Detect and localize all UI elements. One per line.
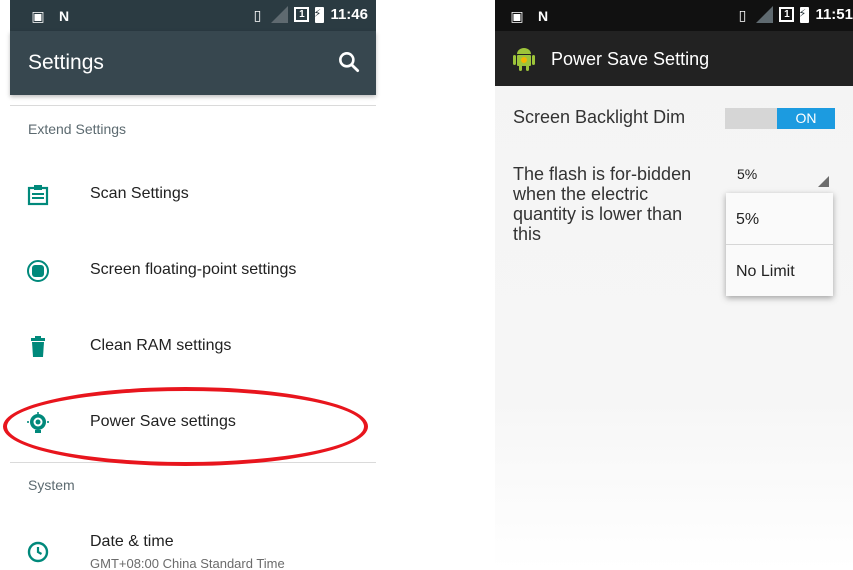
- sim-slot-icon: 1: [294, 7, 310, 22]
- status-bar: ▣ N ▯ 1 11:51: [495, 0, 853, 31]
- power-save-setting-screen: ▣ N ▯ 1 11:51 Power Save Setting Screen …: [495, 0, 853, 570]
- app-bar: Power Save Setting: [495, 31, 853, 86]
- sim-icon: ▣: [510, 7, 524, 24]
- spinner-value: 5%: [737, 166, 758, 182]
- android-app-icon: [513, 48, 535, 71]
- notification-icon: N: [58, 7, 70, 24]
- clock-icon: [27, 541, 49, 563]
- dropdown-option-5-percent[interactable]: 5%: [726, 193, 833, 244]
- status-time: 11:46: [330, 6, 368, 23]
- notification-icon: N: [537, 7, 549, 24]
- toggle-state: ON: [777, 108, 835, 129]
- sim-slot-icon: 1: [779, 7, 795, 22]
- scan-settings-item[interactable]: Scan Settings: [10, 165, 376, 225]
- sim-icon: ▣: [31, 7, 45, 24]
- floating-point-settings-item[interactable]: Screen floating-point settings: [10, 241, 376, 301]
- flash-threshold-label: The flash is for-bidden when the electri…: [513, 164, 692, 244]
- scan-settings-icon: [27, 185, 49, 206]
- page-title: Settings: [28, 51, 104, 74]
- vibrate-icon: ▯: [253, 6, 262, 23]
- settings-screen: ▣ N ▯ 1 11:46 Settings Extend Settings S…: [10, 0, 376, 570]
- signal-icon: [756, 6, 774, 23]
- backlight-dim-toggle[interactable]: ON: [725, 108, 835, 129]
- dropdown-arrow-icon: [818, 176, 829, 187]
- option-label: No Limit: [736, 263, 795, 280]
- signal-icon: [271, 6, 289, 23]
- vibrate-icon: ▯: [738, 6, 747, 23]
- battery-icon: [313, 6, 325, 23]
- date-time-item[interactable]: Date & time GMT+08:00 China Standard Tim…: [10, 513, 376, 570]
- scan-settings-label: Scan Settings: [90, 185, 189, 202]
- status-time: 11:51: [815, 6, 853, 23]
- spinner-dropdown: 5% No Limit: [726, 193, 833, 296]
- search-icon[interactable]: [336, 49, 362, 75]
- highlight-annotation: [3, 387, 368, 466]
- battery-icon: [798, 6, 810, 23]
- trash-icon: [31, 336, 45, 357]
- floating-point-icon: [27, 260, 49, 282]
- app-bar: Settings: [10, 31, 376, 95]
- section-header-system: System: [28, 477, 75, 493]
- divider: [10, 105, 376, 106]
- option-label: 5%: [736, 211, 760, 228]
- status-bar: ▣ N ▯ 1 11:46: [10, 0, 376, 31]
- clean-ram-settings-item[interactable]: Clean RAM settings: [10, 317, 376, 377]
- page-title: Power Save Setting: [551, 49, 710, 69]
- clean-ram-settings-label: Clean RAM settings: [90, 337, 232, 354]
- flash-threshold-spinner[interactable]: 5%: [727, 160, 833, 190]
- dropdown-option-no-limit[interactable]: No Limit: [726, 245, 833, 296]
- date-time-sublabel: GMT+08:00 China Standard Time: [90, 556, 285, 570]
- section-header-extend: Extend Settings: [28, 121, 127, 137]
- backlight-dim-label: Screen Backlight Dim: [513, 107, 686, 127]
- floating-point-settings-label: Screen floating-point settings: [90, 261, 297, 278]
- date-time-label: Date & time: [90, 533, 174, 550]
